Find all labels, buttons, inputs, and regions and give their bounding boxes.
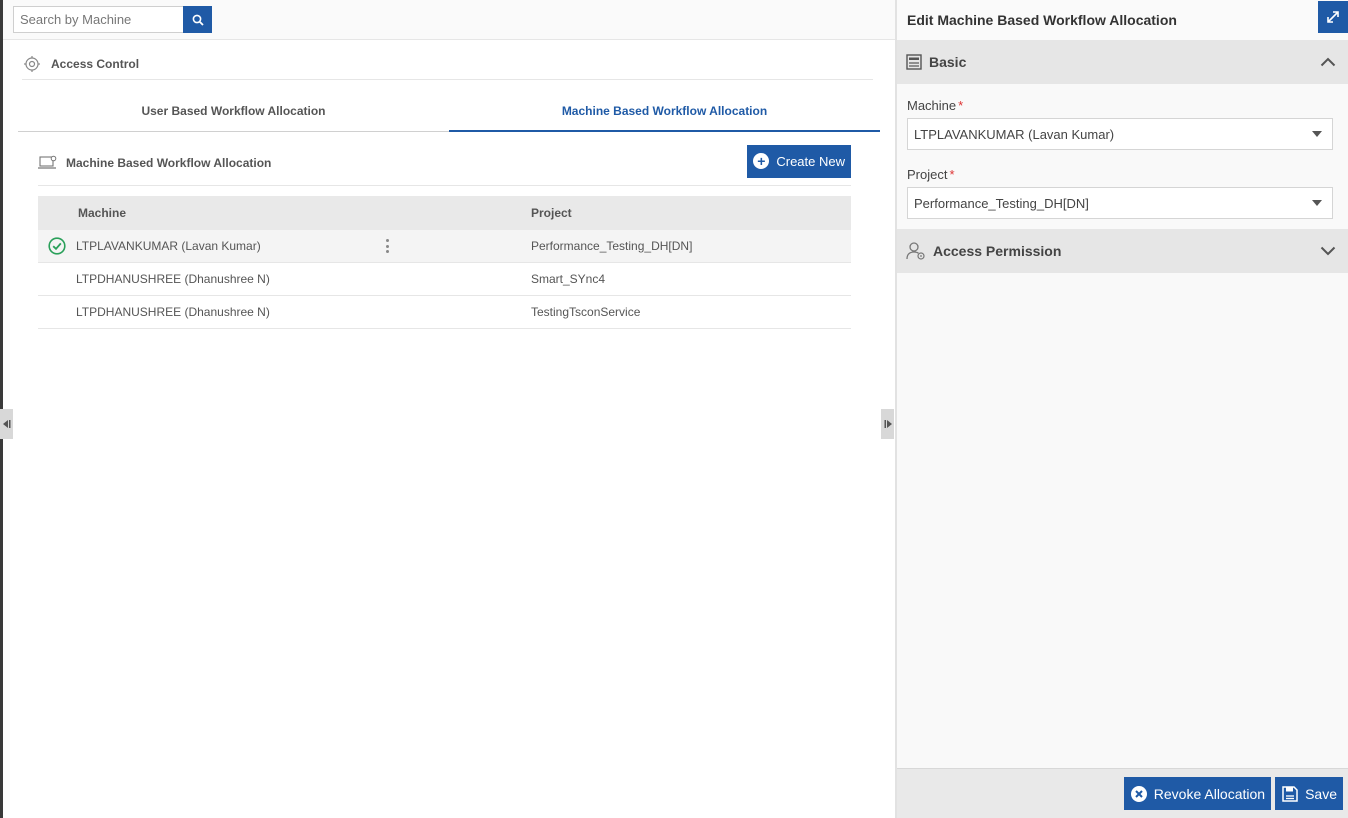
row-menu-icon[interactable]	[385, 239, 389, 253]
cell-project: Smart_SYnc4	[531, 272, 606, 286]
main-pane: Access Control User Based Workflow Alloc…	[3, 0, 895, 818]
section-title-group: Machine Based Workflow Allocation	[38, 154, 271, 172]
panel-footer: Revoke Allocation Save	[897, 768, 1348, 818]
access-permission-title-group: Access Permission	[905, 242, 1061, 260]
column-header-project[interactable]: Project	[531, 206, 851, 220]
access-control-icon	[22, 54, 42, 74]
save-label: Save	[1305, 785, 1337, 802]
collapse-left-handle[interactable]	[0, 409, 13, 439]
expand-button[interactable]	[1318, 1, 1348, 33]
collapse-left-icon	[2, 420, 10, 428]
basic-section-header[interactable]: Basic	[897, 40, 1348, 84]
collapse-right-icon	[884, 420, 892, 428]
tab-machine-based[interactable]: Machine Based Workflow Allocation	[449, 90, 880, 132]
chevron-down-icon	[1320, 246, 1336, 256]
access-control-title: Access Control	[51, 56, 140, 71]
caret-down-icon	[1312, 131, 1322, 137]
cell-project: Performance_Testing_DH[DN]	[531, 239, 693, 253]
cell-machine: LTPLAVANKUMAR (Lavan Kumar)	[76, 239, 261, 253]
machine-select-value: LTPLAVANKUMAR (Lavan Kumar)	[914, 126, 1115, 142]
caret-down-icon	[1312, 200, 1322, 206]
table-row[interactable]: LTPDHANUSHREE (Dhanushree N) Smart_SYnc4	[38, 263, 851, 296]
access-permission-header[interactable]: Access Permission	[897, 229, 1348, 273]
save-icon	[1281, 785, 1299, 803]
tab-user-based[interactable]: User Based Workflow Allocation	[18, 90, 449, 131]
basic-section-body: Machine * LTPLAVANKUMAR (Lavan Kumar) Pro…	[897, 84, 1348, 229]
section-header: Machine Based Workflow Allocation + Crea…	[38, 141, 851, 186]
panel-header: Edit Machine Based Workflow Allocation	[897, 0, 1348, 40]
revoke-allocation-label: Revoke Allocation	[1153, 785, 1266, 802]
create-new-button[interactable]: + Create New	[747, 144, 851, 178]
project-select-value: Performance_Testing_DH[DN]	[914, 195, 1089, 211]
search-icon	[192, 14, 204, 26]
cell-project: TestingTsconService	[531, 305, 641, 319]
check-circle-icon	[48, 237, 66, 255]
search-button[interactable]	[183, 6, 212, 33]
expand-icon	[1327, 11, 1339, 23]
chevron-up-icon	[1320, 57, 1336, 67]
section-title: Machine Based Workflow Allocation	[66, 156, 272, 170]
cell-machine: LTPDHANUSHREE (Dhanushree N)	[76, 272, 270, 286]
search-input[interactable]	[13, 6, 184, 33]
allocation-grid: Machine Project LTPLAVANKUMAR (Lavan Kum…	[38, 196, 851, 329]
column-header-machine[interactable]: Machine	[76, 206, 531, 220]
allocation-tabs: User Based Workflow Allocation Machine B…	[18, 90, 880, 132]
row-check-cell	[38, 237, 76, 255]
edit-panel: Edit Machine Based Workflow Allocation B…	[897, 0, 1348, 818]
close-circle-icon	[1130, 785, 1148, 803]
machine-field-label: Machine *	[907, 98, 964, 113]
create-new-label: Create New	[776, 153, 845, 169]
search-box	[13, 6, 212, 33]
panel-title: Edit Machine Based Workflow Allocation	[907, 12, 1177, 28]
required-mark: *	[949, 167, 955, 182]
laptop-gear-icon	[38, 154, 58, 172]
required-mark: *	[958, 98, 964, 113]
table-row[interactable]: LTPLAVANKUMAR (Lavan Kumar) Performance_…	[38, 230, 851, 263]
table-row[interactable]: LTPDHANUSHREE (Dhanushree N) TestingTsco…	[38, 296, 851, 329]
user-lock-icon	[905, 242, 927, 260]
collapse-right-handle[interactable]	[881, 409, 894, 439]
access-permission-title: Access Permission	[933, 243, 1062, 259]
basic-section-title: Basic	[929, 54, 967, 70]
basic-title-group: Basic	[905, 53, 966, 71]
save-button[interactable]: Save	[1275, 777, 1343, 810]
form-icon	[905, 53, 923, 71]
project-field-label: Project *	[907, 167, 955, 182]
grid-header: Machine Project	[38, 196, 851, 230]
project-select[interactable]: Performance_Testing_DH[DN]	[907, 187, 1333, 219]
access-control-header: Access Control	[22, 48, 873, 80]
top-bar	[3, 0, 895, 40]
cell-machine: LTPDHANUSHREE (Dhanushree N)	[76, 305, 270, 319]
plus-circle-icon: +	[753, 153, 770, 169]
machine-select[interactable]: LTPLAVANKUMAR (Lavan Kumar)	[907, 118, 1333, 150]
revoke-allocation-button[interactable]: Revoke Allocation	[1123, 777, 1272, 810]
